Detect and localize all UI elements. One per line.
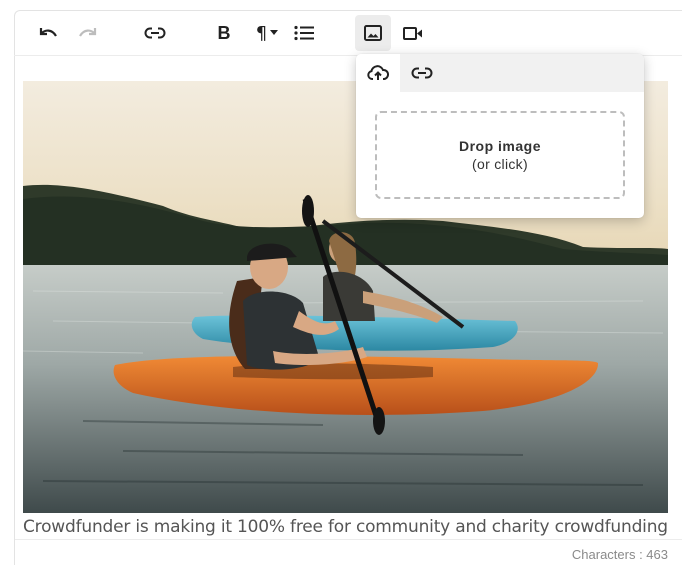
bold-button[interactable]: B — [207, 16, 241, 50]
image-button[interactable] — [355, 15, 391, 51]
link-icon — [144, 27, 166, 39]
footer-divider — [15, 539, 682, 540]
image-insert-popover: Drop image (or click) — [356, 54, 644, 218]
undo-icon — [39, 28, 57, 37]
link-icon — [411, 67, 433, 79]
video-icon — [403, 26, 422, 40]
dropzone-subtitle: (or click) — [472, 156, 528, 172]
link-button[interactable] — [138, 16, 172, 50]
redo-button[interactable] — [71, 16, 105, 50]
undo-button[interactable] — [31, 16, 65, 50]
caret-down-icon — [270, 30, 279, 35]
upload-icon — [367, 65, 389, 80]
redo-icon — [79, 28, 97, 37]
paragraph-format-button[interactable]: ¶ — [248, 16, 286, 50]
popover-tabs — [356, 54, 644, 92]
image-caption[interactable]: Crowdfunder is making it 100% free for c… — [23, 517, 673, 537]
image-dropzone[interactable]: Drop image (or click) — [375, 111, 625, 199]
bold-icon: B — [217, 22, 231, 43]
editor-toolbar: B ¶ — [14, 10, 682, 56]
character-count: Characters : 463 — [571, 547, 668, 562]
bullet-list-button[interactable] — [287, 16, 321, 50]
dropzone-title: Drop image — [458, 138, 541, 154]
image-icon — [364, 25, 382, 41]
tab-link[interactable] — [400, 54, 444, 92]
video-button[interactable] — [396, 16, 430, 50]
paragraph-icon: ¶ — [255, 22, 268, 44]
tab-upload[interactable] — [356, 54, 400, 92]
bullet-list-icon — [294, 25, 314, 41]
